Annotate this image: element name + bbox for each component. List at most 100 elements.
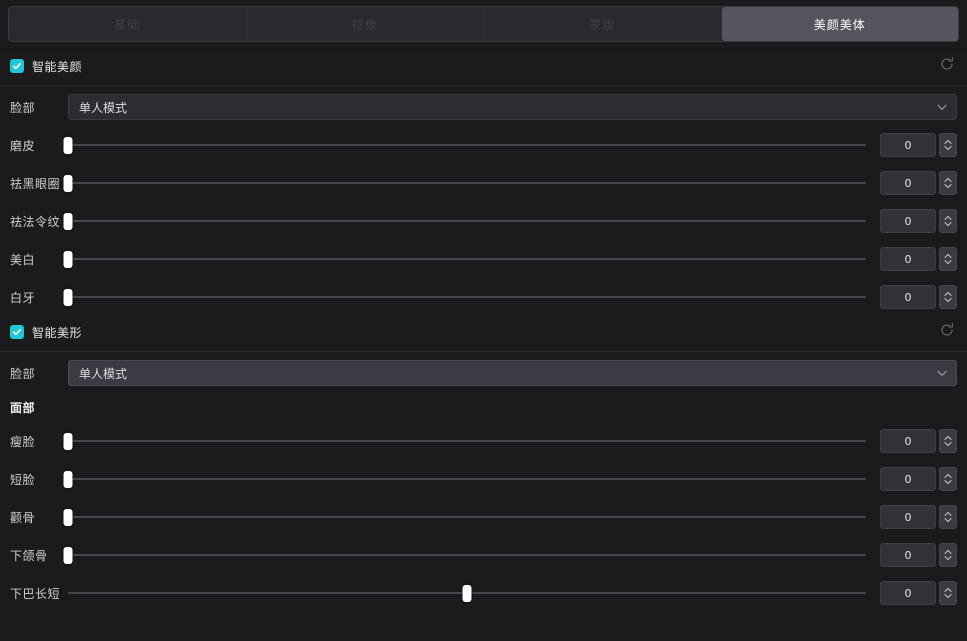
face-mode-select[interactable]: 单人模式 xyxy=(68,94,957,120)
section-header-1: 智能美颜 xyxy=(0,50,967,82)
stepper-up-down-icon xyxy=(943,176,953,190)
stepper-arrows-button[interactable] xyxy=(939,543,957,567)
slider[interactable] xyxy=(63,284,866,310)
slider-row: 祛黑眼圈 0 xyxy=(0,164,967,202)
stepper-up-down-icon xyxy=(943,290,953,304)
slider-handle[interactable] xyxy=(63,136,73,154)
slider[interactable] xyxy=(63,542,866,568)
slider-label: 下巴长短 xyxy=(10,586,61,601)
stepper-arrows-button[interactable] xyxy=(939,467,957,491)
slider[interactable] xyxy=(63,246,866,272)
stepper-arrows-button[interactable] xyxy=(939,505,957,529)
value-input[interactable]: 0 xyxy=(880,543,936,567)
slider-track xyxy=(68,144,866,146)
slider-label: 白牙 xyxy=(10,290,36,305)
slider[interactable] xyxy=(68,580,866,606)
value-input[interactable]: 0 xyxy=(880,171,936,195)
reset-button[interactable] xyxy=(937,322,957,342)
stepper-arrows-button[interactable] xyxy=(939,285,957,309)
stepper-arrows-button[interactable] xyxy=(939,581,957,605)
slider-handle[interactable] xyxy=(63,470,73,488)
slider-handle[interactable] xyxy=(63,546,73,564)
section-title: 智能美颜 xyxy=(32,59,83,74)
slider-label: 磨皮 xyxy=(10,138,36,153)
slider-track xyxy=(68,478,866,480)
section-divider xyxy=(0,351,967,352)
slider[interactable] xyxy=(63,132,866,158)
sections-container: 智能美颜 脸部 单人模式 磨皮 0 祛黑眼圈 0 祛法令纹 0 美白 0 白牙 0 智能美形 脸部 单人模式面… xyxy=(0,50,967,612)
slider[interactable] xyxy=(63,208,866,234)
slider[interactable] xyxy=(63,466,866,492)
value-input[interactable]: 0 xyxy=(880,285,936,309)
slider-track xyxy=(68,296,866,298)
value-input[interactable]: 0 xyxy=(880,429,936,453)
slider[interactable] xyxy=(63,428,866,454)
slider-track xyxy=(68,554,866,556)
slider-row: 颧骨 0 xyxy=(0,498,967,536)
slider-label: 祛黑眼圈 xyxy=(10,176,61,191)
value-input[interactable]: 0 xyxy=(880,467,936,491)
slider-handle[interactable] xyxy=(63,432,73,450)
tab-2[interactable]: 抠像 xyxy=(247,7,484,41)
slider-label: 美白 xyxy=(10,252,36,267)
value-stepper: 0 xyxy=(880,209,957,233)
tab-3[interactable]: 蒙版 xyxy=(484,7,722,41)
chevron-down-icon xyxy=(937,366,947,380)
slider-track xyxy=(68,258,866,260)
tab-bar: 基础 抠像 蒙版 美颜美体 xyxy=(8,6,959,42)
value-input[interactable]: 0 xyxy=(880,505,936,529)
stepper-arrows-button[interactable] xyxy=(939,171,957,195)
slider-handle[interactable] xyxy=(63,212,73,230)
tab-1[interactable]: 基础 xyxy=(9,7,247,41)
value-input[interactable]: 0 xyxy=(880,581,936,605)
section-header-2: 智能美形 xyxy=(0,316,967,348)
stepper-up-down-icon xyxy=(943,510,953,524)
reset-circular-arrow-icon xyxy=(939,56,955,76)
section-title: 智能美形 xyxy=(32,325,83,340)
slider[interactable] xyxy=(63,170,866,196)
stepper-up-down-icon xyxy=(943,548,953,562)
stepper-arrows-button[interactable] xyxy=(939,429,957,453)
value-stepper: 0 xyxy=(880,247,957,271)
section-enable-checkbox[interactable] xyxy=(10,59,24,73)
check-icon xyxy=(12,327,22,337)
value-stepper: 0 xyxy=(880,505,957,529)
stepper-arrows-button[interactable] xyxy=(939,209,957,233)
slider-track xyxy=(68,516,866,518)
face-mode-select[interactable]: 单人模式 xyxy=(68,360,957,386)
face-mode-row: 脸部 单人模式 xyxy=(0,354,967,392)
section-enable-checkbox[interactable] xyxy=(10,325,24,339)
stepper-up-down-icon xyxy=(943,472,953,486)
slider-handle[interactable] xyxy=(63,250,73,268)
value-input[interactable]: 0 xyxy=(880,133,936,157)
slider-track xyxy=(68,440,866,442)
chevron-down-icon xyxy=(937,100,947,114)
slider-handle[interactable] xyxy=(462,584,472,602)
group-title-face: 面部 xyxy=(10,400,36,415)
value-stepper: 0 xyxy=(880,581,957,605)
stepper-arrows-button[interactable] xyxy=(939,133,957,157)
section-divider xyxy=(0,85,967,86)
slider-row: 美白 0 xyxy=(0,240,967,278)
value-input[interactable]: 0 xyxy=(880,247,936,271)
value-stepper: 0 xyxy=(880,285,957,309)
face-mode-label: 脸部 xyxy=(10,366,36,381)
value-input[interactable]: 0 xyxy=(880,209,936,233)
slider[interactable] xyxy=(63,504,866,530)
face-mode-label: 脸部 xyxy=(10,100,36,115)
value-stepper: 0 xyxy=(880,133,957,157)
reset-button[interactable] xyxy=(937,56,957,76)
tab-4[interactable]: 美颜美体 xyxy=(721,7,958,41)
check-icon xyxy=(12,61,22,71)
face-mode-value: 单人模式 xyxy=(79,366,128,381)
slider-label: 下颌骨 xyxy=(10,548,48,563)
slider-handle[interactable] xyxy=(63,508,73,526)
slider-row: 短脸 0 xyxy=(0,460,967,498)
slider-handle[interactable] xyxy=(63,288,73,306)
stepper-up-down-icon xyxy=(943,252,953,266)
value-stepper: 0 xyxy=(880,467,957,491)
stepper-arrows-button[interactable] xyxy=(939,247,957,271)
value-stepper: 0 xyxy=(880,171,957,195)
slider-handle[interactable] xyxy=(63,174,73,192)
slider-row: 瘦脸 0 xyxy=(0,422,967,460)
